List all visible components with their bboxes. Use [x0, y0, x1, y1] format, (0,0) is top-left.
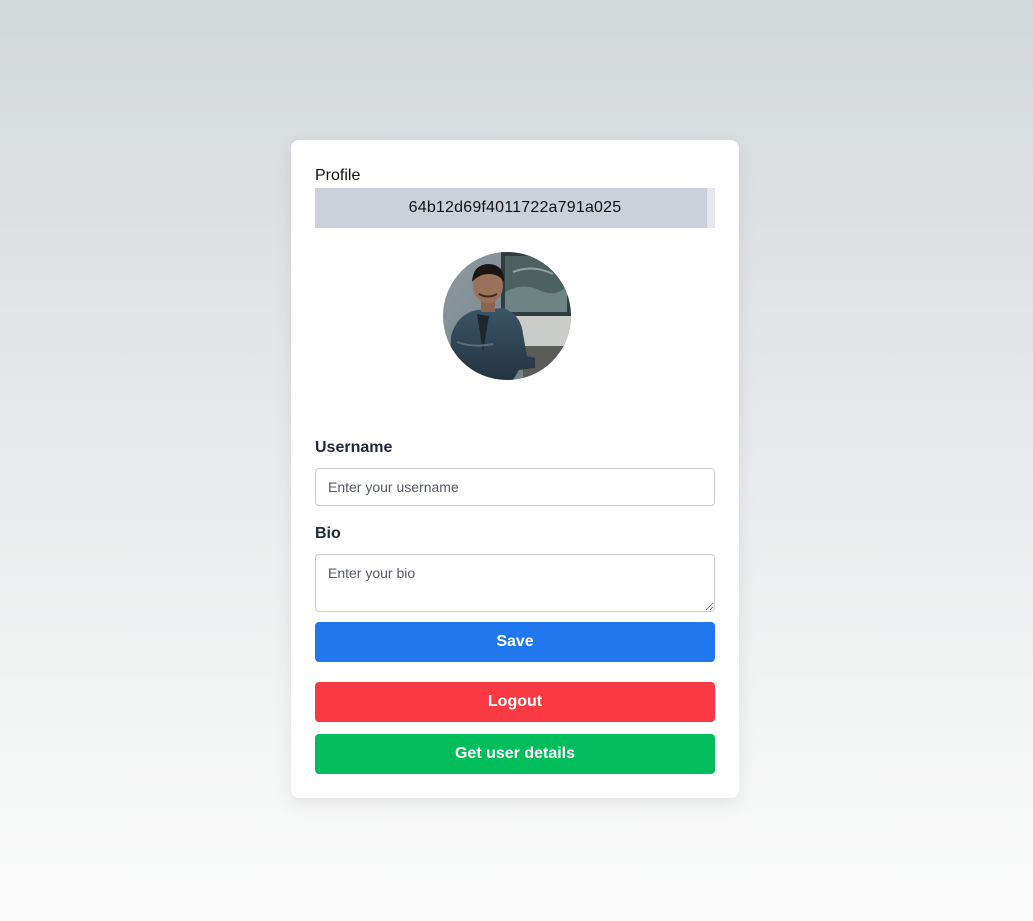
save-button[interactable]: Save	[315, 622, 715, 662]
user-id-text: 64b12d69f4011722a791a025	[408, 199, 622, 216]
user-id-display: 64b12d69f4011722a791a025	[315, 188, 715, 228]
profile-card: Profile 64b12d69f4011722a791a025 Usernam…	[291, 140, 739, 798]
logout-button[interactable]: Logout	[315, 682, 715, 722]
username-label: Username	[315, 439, 393, 456]
profile-heading: Profile	[315, 167, 361, 184]
get-user-details-button[interactable]: Get user details	[315, 734, 715, 774]
bio-textarea[interactable]	[315, 554, 715, 612]
avatar	[443, 252, 571, 380]
id-bar-scrollbar	[707, 188, 715, 228]
username-input[interactable]	[315, 468, 715, 506]
bio-label: Bio	[315, 525, 341, 542]
avatar-photo-icon	[443, 252, 571, 380]
